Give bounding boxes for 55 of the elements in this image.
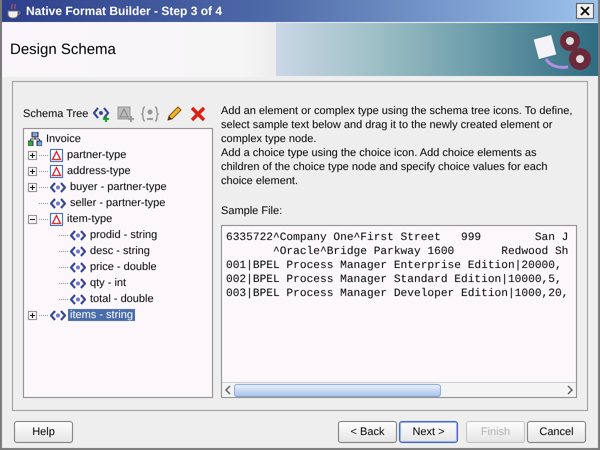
nav-button[interactable]: Next > [399, 421, 458, 443]
sample-line: ^Oracle^Bridge Parkway 1600 Redwood Sh [272, 245, 570, 259]
element-node-icon [70, 278, 86, 288]
hierarchy-icon [28, 132, 42, 146]
element-node-icon [50, 182, 66, 192]
sample-line: 001|BPEL Process Manager Enterprise Edition|20000, [226, 259, 563, 273]
tree-item[interactable]: prodid - string [88, 229, 160, 241]
sample-line: 6335722^Company One^First Street 999 San J [226, 231, 570, 245]
triangle-node-icon [50, 148, 63, 162]
close-button[interactable] [576, 3, 594, 19]
tree-item[interactable]: address-type [65, 165, 133, 177]
tree-label: Schema Tree [23, 108, 88, 120]
triangle-node-icon [50, 164, 63, 178]
tree-item[interactable]: desc - string [88, 245, 152, 257]
element-node-icon [70, 294, 86, 304]
scroll-left-icon[interactable] [224, 385, 232, 395]
expander-toggle[interactable] [28, 214, 37, 224]
sample-line: 003|BPEL Process Manager Developer Edition|1000,20, [226, 287, 570, 301]
add-complex-icon [117, 106, 136, 122]
sample-file-label: Sample File: [221, 205, 284, 217]
window-title: Native Format Builder - Step 3 of 4 [26, 4, 224, 18]
tree-item[interactable]: buyer - partner-type [68, 181, 169, 193]
instruction-text: Add an element or complex type using the schema tree icons. To define, select sample text below and drag it to the newly created element or complex type node. [221, 104, 574, 146]
tree-item[interactable]: item-type [65, 213, 114, 225]
tree-item[interactable]: partner-type [65, 149, 128, 161]
delete-icon [190, 106, 206, 122]
add-choice-icon [141, 106, 160, 122]
element-node-icon [70, 246, 86, 256]
scroll-right-icon[interactable] [566, 385, 574, 395]
tree-item[interactable]: items - string [68, 309, 135, 321]
help-button[interactable]: Help [14, 421, 73, 443]
tree-item[interactable]: seller - partner-type [68, 197, 168, 209]
element-node-icon [50, 198, 66, 208]
expander-toggle[interactable] [28, 182, 37, 192]
instruction-text: Add a choice type using the choice icon. Add choice elements as children of the choice type node and specify choice values for each choice element. [221, 146, 549, 188]
tree-item[interactable]: Invoice [44, 133, 83, 145]
triangle-node-icon [50, 212, 63, 226]
element-node-icon [70, 230, 86, 240]
expander-toggle[interactable] [28, 166, 37, 176]
tree-item[interactable]: price - double [88, 261, 159, 273]
cup-icon [6, 3, 22, 19]
page-heading: Design Schema [9, 41, 117, 58]
horizontal-scrollbar[interactable] [222, 382, 576, 397]
add-element-icon [93, 106, 112, 122]
expander-toggle[interactable] [28, 150, 37, 160]
nav-button[interactable]: < Back [338, 421, 397, 443]
tree-item[interactable]: qty - int [88, 277, 128, 289]
element-node-icon [50, 310, 66, 320]
tree-item[interactable]: total - double [88, 293, 156, 305]
pencil-icon [165, 105, 184, 123]
sample-line: 002|BPEL Process Manager Standard Edition|10000,5, [226, 273, 563, 287]
expander-toggle[interactable] [28, 310, 37, 320]
scroll-thumb[interactable] [234, 384, 441, 396]
element-node-icon [70, 262, 86, 272]
cancel-button[interactable]: Cancel [527, 421, 586, 443]
